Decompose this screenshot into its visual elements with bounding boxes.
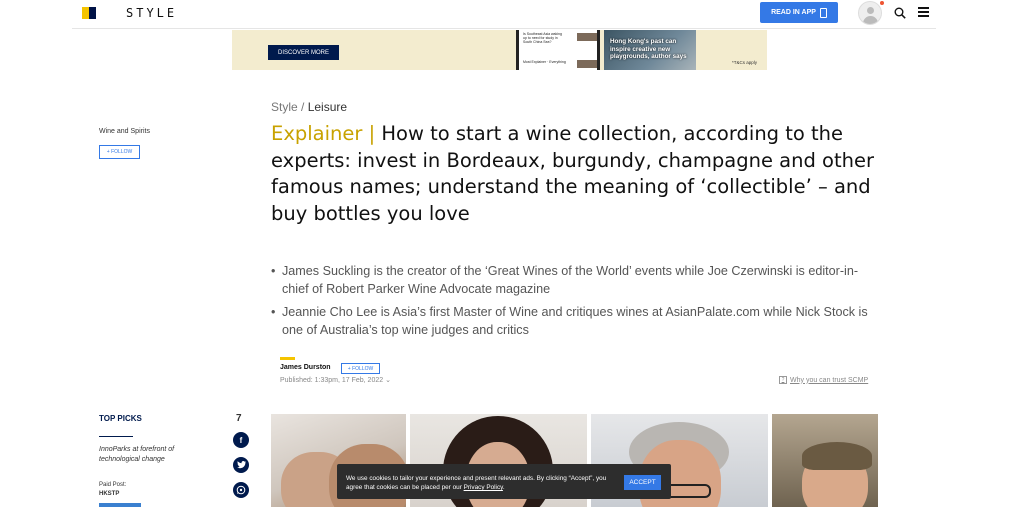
chevron-down-icon: ⌄ [385, 377, 391, 384]
read-in-app-label: READ IN APP [771, 9, 816, 16]
ad-photo: Hong Kong's past can inspire creative ne… [604, 30, 696, 70]
whatsapp-icon[interactable] [233, 482, 249, 498]
twitter-icon[interactable] [233, 457, 249, 473]
breadcrumb-sub[interactable]: Leisure [308, 100, 347, 114]
breadcrumb-section[interactable]: Style / [271, 100, 304, 114]
ad-terms: *T&Cs apply [732, 60, 758, 65]
top-header: STYLE READ IN APP [72, 0, 936, 29]
summary-item: James Suckling is the creator of the ‘Gr… [271, 262, 881, 298]
accept-cookies-button[interactable]: ACCEPT [624, 475, 661, 490]
paid-post-sponsor: HKSTP [99, 491, 120, 497]
user-avatar[interactable] [858, 1, 882, 25]
cookie-text-2: . [502, 484, 505, 491]
paid-post-text: Paid Post: [99, 482, 127, 488]
read-in-app-button[interactable]: READ IN APP [760, 2, 838, 23]
article-headline: Explainer | How to start a wine collecti… [271, 121, 881, 228]
ad-photo-caption: Hong Kong's past can inspire creative ne… [610, 38, 687, 61]
share-count: 7 [236, 413, 242, 424]
phone-icon [819, 7, 827, 18]
scmp-logo-icon[interactable] [82, 7, 96, 19]
advertisement-banner[interactable]: DISCOVER MORE Is Southeast Asia waking u… [232, 30, 767, 70]
facebook-icon[interactable]: f [233, 432, 249, 448]
trust-text: Why you can trust SCMP [790, 376, 869, 384]
search-icon[interactable] [894, 7, 906, 19]
explainer-label: Explainer | [271, 122, 376, 145]
cookie-banner: We use cookies to tailor your experience… [337, 464, 671, 499]
ad-thumb-2 [577, 60, 597, 68]
ad-phone-mockup: Is Southeast Asia waking up to need for … [516, 30, 600, 70]
article-summary: James Suckling is the creator of the ‘Gr… [271, 262, 881, 344]
ad-mini-text-2: Most Explainer · Everything [523, 60, 566, 64]
published-date[interactable]: Published: 1:33pm, 17 Feb, 2022 ⌄ [280, 376, 391, 384]
topic-follow-button[interactable]: + FOLLOW [99, 145, 140, 159]
breadcrumb: Style / Leisure [271, 100, 347, 114]
trust-scmp-link[interactable]: ? Why you can trust SCMP [779, 376, 868, 384]
top-picks-title: TOP PICKS [99, 414, 142, 423]
published-text: Published: 1:33pm, 17 Feb, 2022 [280, 377, 384, 384]
ad-mini-text: Is Southeast Asia waking up to need for … [523, 32, 562, 45]
author-name[interactable]: James Durston [280, 364, 331, 371]
style-logo[interactable]: STYLE [126, 6, 177, 20]
expert-photo-4 [772, 414, 878, 507]
topic-label[interactable]: Wine and Spirits [99, 128, 150, 135]
top-pick-thumbnail[interactable] [99, 503, 141, 507]
author-follow-button[interactable]: + FOLLOW [341, 363, 380, 374]
discover-more-button[interactable]: DISCOVER MORE [268, 45, 339, 60]
summary-item: Jeannie Cho Lee is Asia’s first Master o… [271, 303, 881, 339]
notification-dot [880, 1, 884, 5]
cookie-text: We use cookies to tailor your experience… [346, 474, 616, 492]
privacy-policy-link[interactable]: Privacy Policy [464, 484, 503, 491]
hamburger-menu-icon[interactable] [918, 7, 929, 17]
trust-icon: ? [779, 376, 787, 384]
ad-thumb [577, 33, 597, 41]
author-accent-bar [280, 357, 295, 360]
top-pick-item[interactable]: InnoParks at forefront of technological … [99, 445, 189, 465]
paid-post-label: Paid Post: HKSTP [99, 481, 126, 499]
top-picks-divider [99, 436, 133, 437]
